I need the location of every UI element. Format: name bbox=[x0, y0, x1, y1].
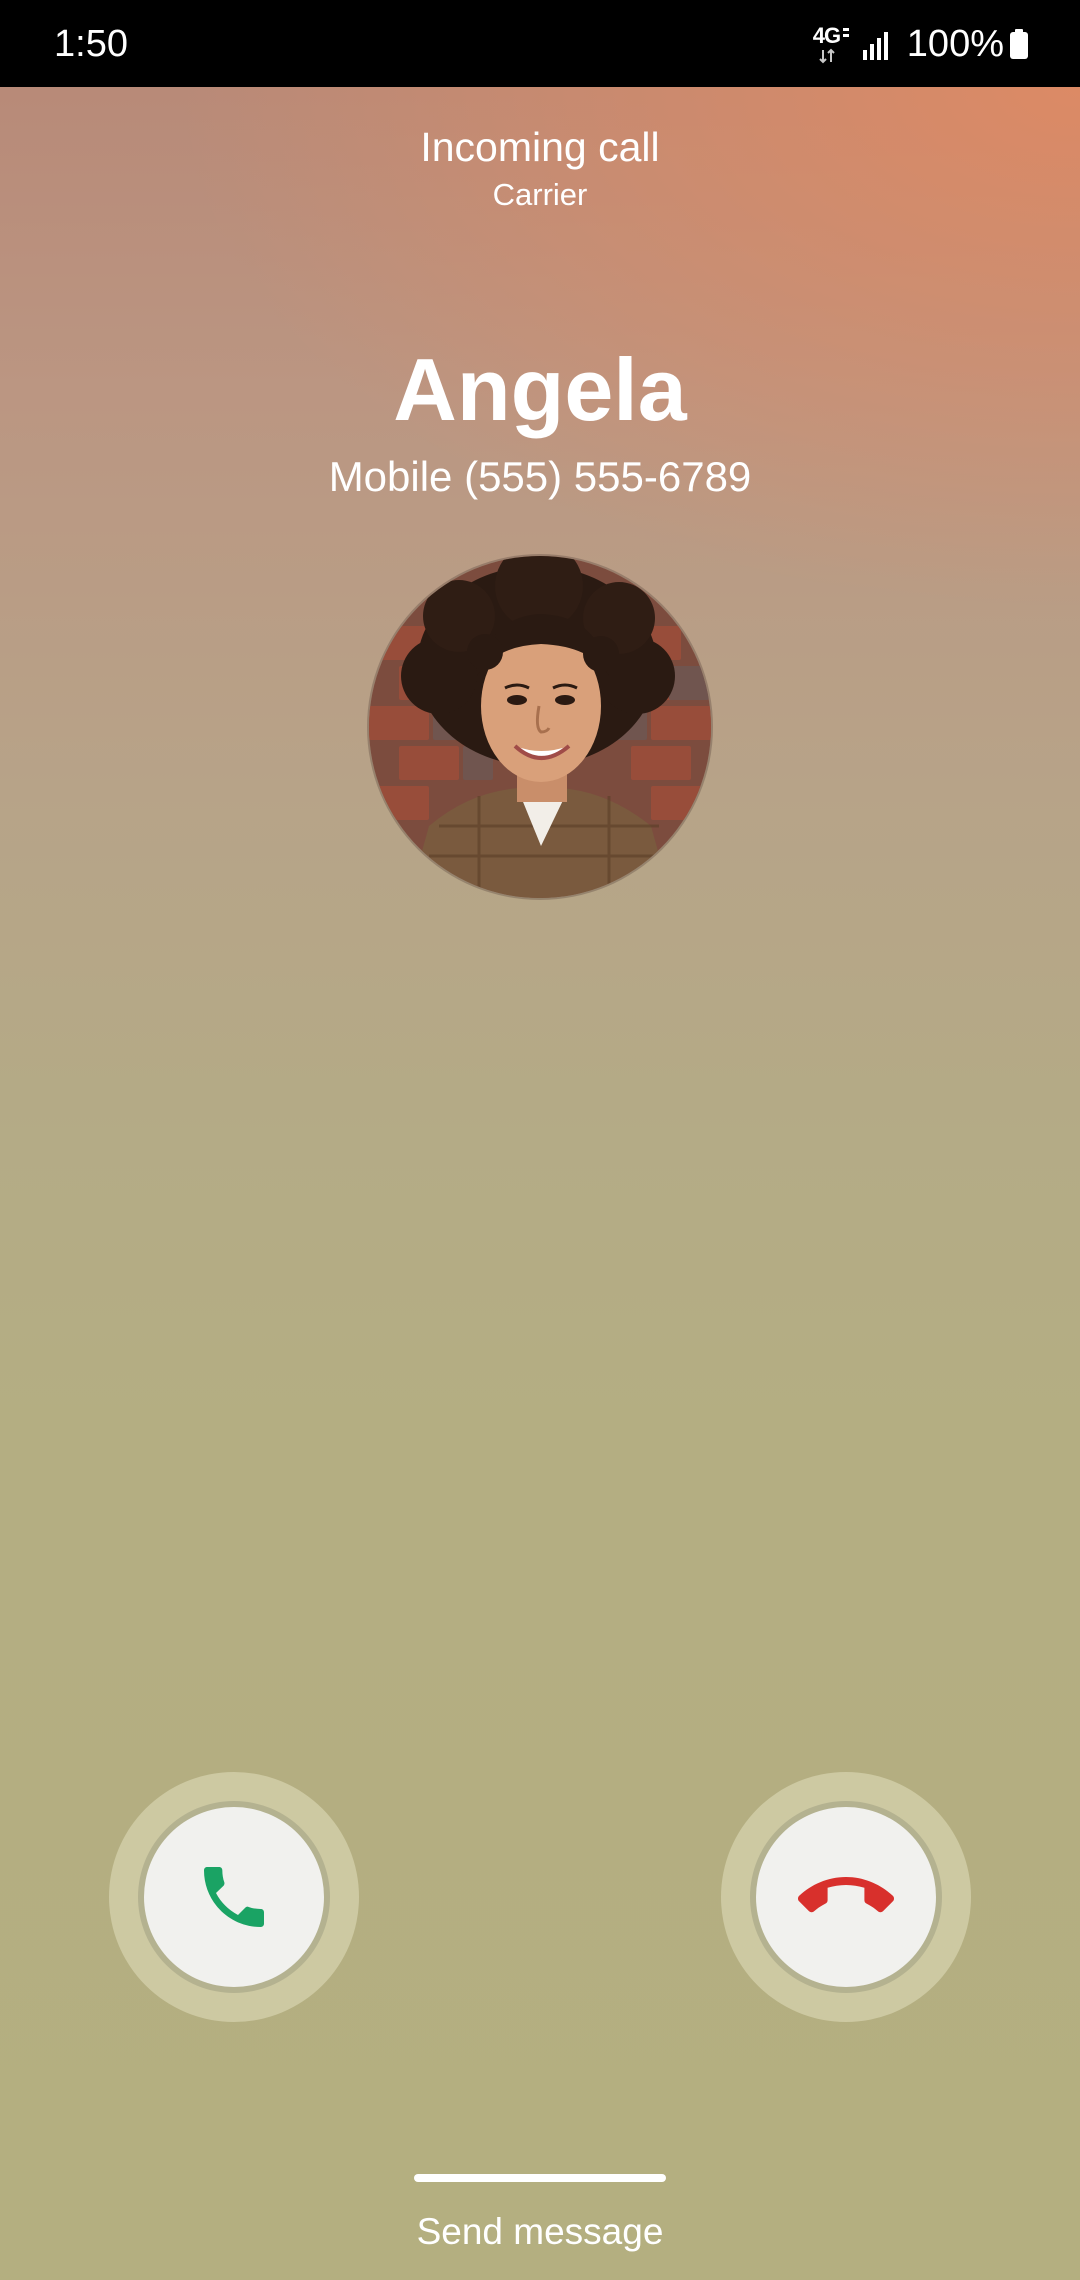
phone-hangup-icon bbox=[798, 1877, 894, 1913]
incoming-call-screen: 1:50 4G 100% Incoming call Carrier Angel… bbox=[0, 0, 1080, 2280]
carrier-name: Carrier bbox=[492, 177, 588, 212]
caller-name: Angela bbox=[393, 340, 687, 439]
caller-number: Mobile (555) 555-6789 bbox=[328, 453, 752, 500]
call-status: Incoming call bbox=[420, 124, 660, 170]
contact-avatar bbox=[369, 556, 711, 898]
send-message-handle[interactable] bbox=[414, 2174, 666, 2182]
decline-call-button[interactable] bbox=[756, 1807, 936, 1987]
phone-answer-icon bbox=[204, 1867, 264, 1927]
battery-percent: 100% bbox=[906, 23, 1004, 65]
send-message-button[interactable]: Send message bbox=[0, 2208, 1080, 2256]
accept-call-button[interactable] bbox=[144, 1807, 324, 1987]
status-icons: 4G 100% bbox=[813, 22, 1028, 66]
status-bar: 1:50 4G 100% bbox=[0, 0, 1080, 87]
decline-call-ring bbox=[721, 1772, 971, 2022]
battery-full-icon bbox=[1010, 29, 1028, 59]
4g-lte-icon: 4G bbox=[813, 24, 853, 64]
accept-call-ring bbox=[109, 1772, 359, 2022]
status-time: 1:50 bbox=[54, 23, 128, 65]
signal-bars-icon bbox=[862, 32, 888, 60]
